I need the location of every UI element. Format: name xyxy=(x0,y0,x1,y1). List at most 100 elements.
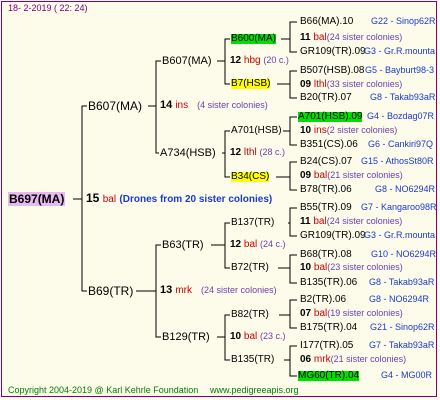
gen3-info: 12 hbg (20 c.) xyxy=(230,56,289,66)
queen-drone-note: (Drones from 20 sister colonies) xyxy=(119,194,273,205)
gen5-location: G8 - Takab93aR xyxy=(370,92,436,102)
gen5-name: I177(TR).05 xyxy=(300,340,354,351)
gen4-name: B7(HSB) xyxy=(231,78,271,89)
gen3-note: (20 c.) xyxy=(263,55,289,65)
gen5-location: G8 - NO6294R xyxy=(375,184,436,194)
gen4-name: B137(TR) xyxy=(231,217,275,228)
gen3-number: 12 xyxy=(230,55,242,66)
footer-site-link[interactable]: www.pedigreeapis.org xyxy=(210,386,299,395)
gen5-location: G7 - Kangaroo98R xyxy=(361,202,437,212)
gen4-subspecies: bal xyxy=(313,262,328,273)
gen4-info: 09 lthl(33 sister colonies) xyxy=(300,80,402,90)
gen5-location: G4 - Bozdag07R xyxy=(367,111,435,121)
gen4-name: B34(CS) xyxy=(231,171,270,182)
gen3-number: 12 xyxy=(230,147,242,158)
gen4-name: B72(TR) xyxy=(231,262,269,273)
sire-number: 14 xyxy=(160,99,173,111)
dam-number: 13 xyxy=(160,284,173,296)
gen4-subspecies: bal xyxy=(313,216,327,227)
gen5-location: G7 - Takab93aR xyxy=(369,340,435,350)
gen4-info: 11 bal(24 sister colonies) xyxy=(300,217,402,227)
gen4-number: 09 xyxy=(300,79,312,90)
gen4-info: 10 bal(23 sister colonies) xyxy=(300,263,403,273)
gen3-name: A734(HSB) xyxy=(160,147,216,159)
gen4-note: (21 sister colonies) xyxy=(330,354,407,364)
gen4-name: A701(HSB) xyxy=(231,125,282,136)
gen4-note: (21 sister colonies) xyxy=(327,170,403,180)
gen4-note: (23 sister colonies) xyxy=(327,262,403,272)
gen4-number: 10 xyxy=(300,262,312,273)
gen4-subspecies: ins xyxy=(313,125,327,136)
gen4-note: (24 sister colonies) xyxy=(326,32,403,42)
gen3-info: 12 lthl (28 c.) xyxy=(230,148,285,158)
gen3-subspecies: bal xyxy=(243,331,258,342)
dam-note: (24 sister colonies) xyxy=(201,285,277,295)
gen3-info: 10 bal (23 c.) xyxy=(230,332,286,342)
gen5-name: B135(TR).06 xyxy=(300,277,358,288)
gen5-location: G15 - AthosSt80R xyxy=(361,156,434,166)
gen4-note: (19 sister colonies) xyxy=(327,308,403,318)
gen5-name: MG60(TR).04 xyxy=(298,370,360,381)
gen4-number: 10 xyxy=(300,125,312,136)
gen5-location: G21 - Sinop62R xyxy=(370,322,435,332)
sire-name: B607(MA) xyxy=(88,99,143,113)
gen5-location: G5 - Bayburt98-3 xyxy=(365,65,435,75)
gen4-name: B135(TR) xyxy=(231,354,275,365)
sire-info: 14 ins (4 sister colonies) xyxy=(160,100,268,111)
queen-info: 15 bal (Drones from 20 sister colonies) xyxy=(86,192,272,205)
gen5-name: B175(TR).04 xyxy=(300,322,358,333)
gen4-info: 07 bal(19 sister colonies) xyxy=(300,309,403,319)
gen5-name: B2(TR).06 xyxy=(300,294,347,305)
gen4-info: 11 bal(24 sister colonies) xyxy=(300,33,402,43)
gen4-number: 07 xyxy=(300,308,312,319)
gen3-number: 10 xyxy=(230,331,242,342)
gen4-name: B82(TR) xyxy=(231,309,269,320)
queen-subspecies: bal xyxy=(102,194,117,205)
gen4-name: B600(MA) xyxy=(231,33,277,44)
gen4-number: 06 xyxy=(300,354,312,365)
gen4-info: 09 bal(21 sister colonies) xyxy=(300,171,403,181)
gen4-subspecies: mrk xyxy=(313,354,331,365)
gen5-name: GR109(TR).09 xyxy=(300,230,366,241)
gen4-subspecies: bal xyxy=(313,32,327,43)
queen-number: 15 xyxy=(86,191,100,205)
gen4-subspecies: lthl xyxy=(313,79,327,90)
gen3-note: (28 c.) xyxy=(259,147,285,157)
gen4-number: 09 xyxy=(300,170,312,181)
gen5-location: G4 - MG00R xyxy=(381,370,433,380)
gen4-number: 11 xyxy=(300,216,311,227)
sire-subspecies: ins xyxy=(175,100,189,111)
gen4-subspecies: bal xyxy=(313,308,328,319)
gen5-location: G8 - NO6294R xyxy=(369,294,430,304)
gen3-name: B63(TR) xyxy=(162,239,204,251)
gen3-subspecies: lthl xyxy=(243,147,257,158)
gen4-note: (33 sister colonies) xyxy=(326,79,403,89)
header-date: 18- 2-2019 ( 22: 24) xyxy=(8,3,88,13)
gen5-name: A701(HSB).09 xyxy=(298,111,363,122)
gen5-location: G10 - NO6294R xyxy=(371,249,437,259)
gen3-name: B129(TR) xyxy=(162,331,210,343)
gen5-location: G8 - Takab93aR xyxy=(369,277,435,287)
gen5-name: B55(TR).09 xyxy=(300,202,352,213)
gen4-number: 11 xyxy=(300,32,311,43)
gen4-info: 06 mrk(21 sister colonies) xyxy=(300,355,406,365)
gen5-name: B66(MA).10 xyxy=(300,16,354,27)
sire-note: (4 sister colonies) xyxy=(197,100,268,110)
gen5-location: G3 - Gr.R.mounta xyxy=(364,46,436,56)
gen3-number: 12 xyxy=(230,239,242,250)
gen3-note: (23 c.) xyxy=(260,331,286,341)
gen5-location: G6 - Cankiri97Q xyxy=(368,139,434,149)
gen4-info: 10 ins(2 sister colonies) xyxy=(300,126,397,136)
dam-subspecies: mrk xyxy=(175,285,192,296)
gen4-note: (2 sister colonies) xyxy=(326,125,398,135)
gen5-location: G3 - Gr.R.mounta xyxy=(364,230,436,240)
gen5-name: B507(HSB).08 xyxy=(300,65,365,76)
gen3-subspecies: bal xyxy=(243,239,258,250)
gen5-name: B351(CS).06 xyxy=(300,139,358,150)
gen5-name: B24(CS).07 xyxy=(300,156,353,167)
gen3-subspecies: hbg xyxy=(243,55,261,66)
gen4-note: (24 sister colonies) xyxy=(326,216,403,226)
gen5-name: GR109(TR).09 xyxy=(300,46,366,57)
gen3-info: 12 bal (24 c.) xyxy=(230,240,286,250)
dam-info: 13 mrk (24 sister colonies) xyxy=(160,285,277,296)
